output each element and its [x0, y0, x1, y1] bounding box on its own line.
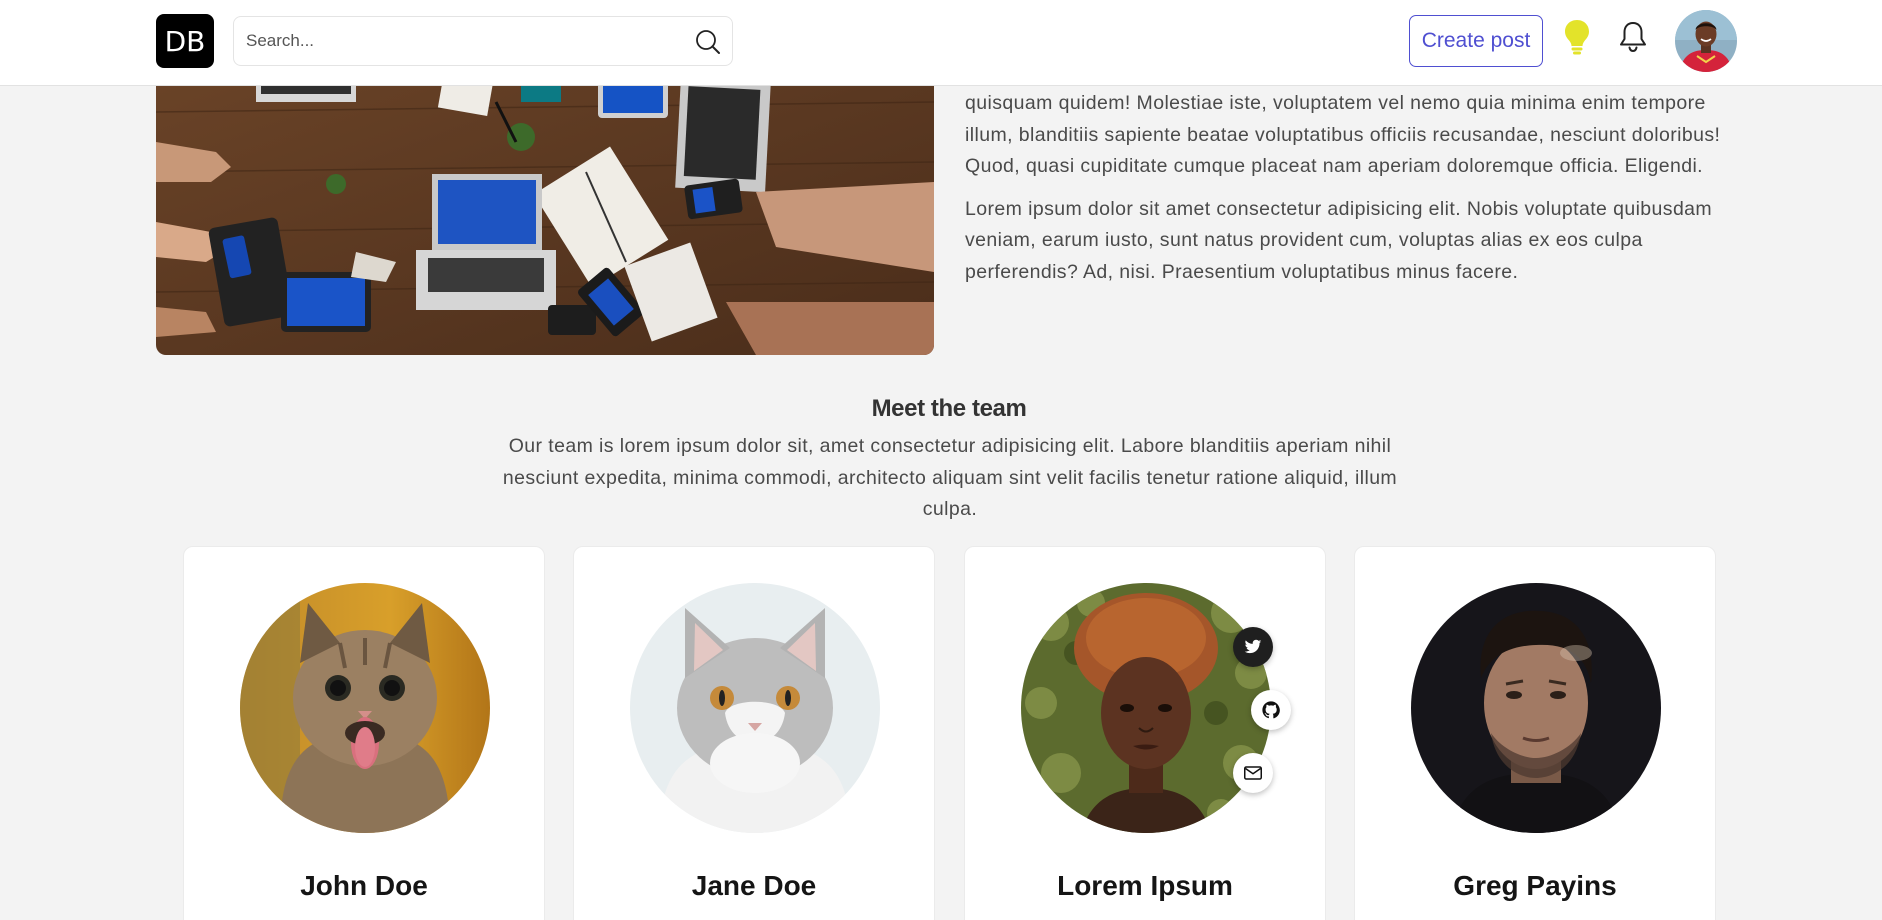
- search-icon[interactable]: [694, 28, 722, 56]
- top-navbar: DB Create post: [0, 0, 1882, 86]
- member-name: Jane Doe: [691, 870, 817, 901]
- user-avatar[interactable]: [1675, 10, 1737, 72]
- team-description: Our team is lorem ipsum dolor sit, amet …: [502, 435, 1398, 520]
- team-card: John Doe: [183, 546, 545, 920]
- mail-icon: [1244, 766, 1262, 780]
- team-title: Meet the team: [871, 395, 1027, 422]
- search-box: [233, 16, 733, 66]
- site-logo[interactable]: DB: [156, 14, 214, 68]
- intro-text: quisquam quidem! Molestiae iste, volupta…: [965, 88, 1741, 288]
- member-name: John Doe: [300, 870, 428, 901]
- member-photo: [630, 583, 880, 833]
- member-name: Greg Payins: [1453, 870, 1617, 901]
- intro-paragraph: quisquam quidem! Molestiae iste, volupta…: [965, 92, 1721, 177]
- workspace-photo: [156, 72, 934, 355]
- twitter-button[interactable]: [1233, 627, 1273, 667]
- team-card: Jane Doe: [573, 546, 935, 920]
- search-input[interactable]: [246, 17, 666, 65]
- team-card: Greg Payins: [1354, 546, 1716, 920]
- twitter-icon: [1244, 639, 1262, 654]
- member-photo: [1411, 583, 1661, 833]
- create-post-button[interactable]: Create post: [1409, 15, 1543, 67]
- github-icon: [1262, 701, 1280, 719]
- bell-icon[interactable]: [1618, 20, 1648, 54]
- mail-button[interactable]: [1233, 753, 1273, 793]
- intro-paragraph: Lorem ipsum dolor sit amet consectetur a…: [965, 197, 1713, 283]
- member-name: Lorem Ipsum: [1057, 870, 1233, 901]
- member-photo: [1021, 583, 1271, 833]
- member-photo: [240, 583, 490, 833]
- lightbulb-icon[interactable]: [1562, 18, 1592, 56]
- github-button[interactable]: [1251, 690, 1291, 730]
- team-card: Lorem Ipsum: [964, 546, 1326, 920]
